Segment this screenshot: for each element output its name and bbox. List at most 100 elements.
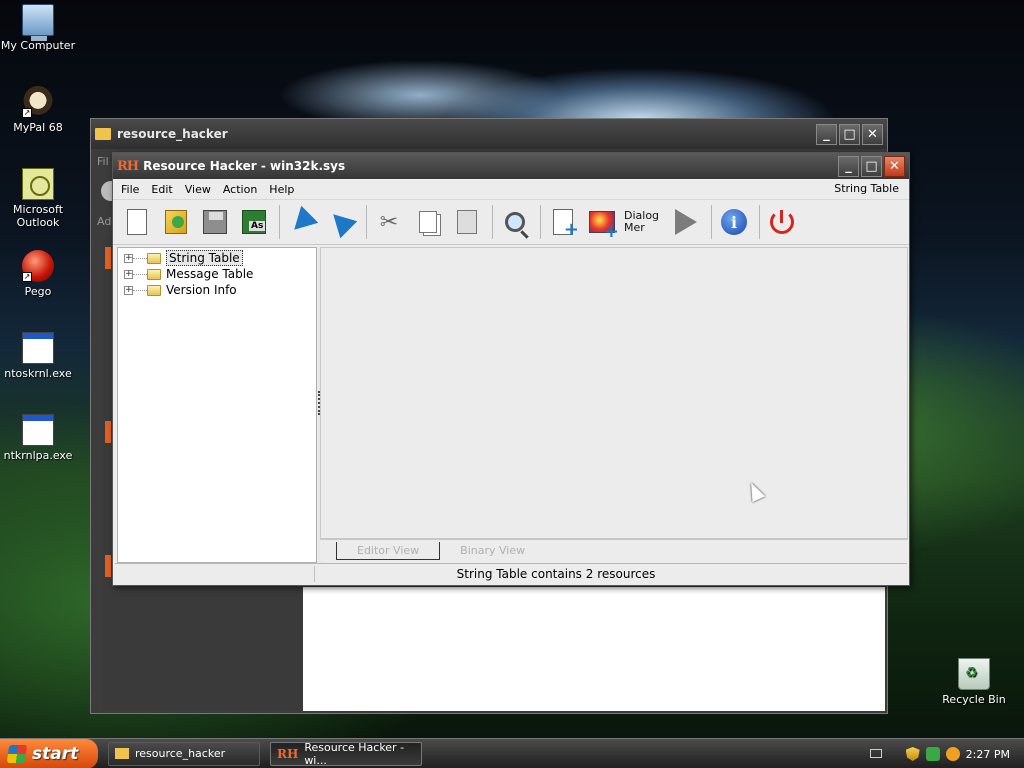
current-resource-type: String Table xyxy=(834,182,899,195)
desktop-icon-label: ntoskrnl.exe xyxy=(4,367,72,380)
close-button[interactable]: ✕ xyxy=(884,155,905,177)
cut-button[interactable]: ✂ xyxy=(371,204,407,240)
close-button[interactable]: ✕ xyxy=(862,123,883,145)
paste-button[interactable] xyxy=(449,204,485,240)
add-blank-resource-icon xyxy=(553,209,573,235)
outlook-icon xyxy=(22,168,54,200)
dialog-merge-icon: Dialog Mer xyxy=(624,210,664,234)
window-title: Resource Hacker - win32k.sys xyxy=(143,159,346,173)
maximize-button[interactable]: □ xyxy=(861,155,882,177)
desktop-icon-recycle-bin[interactable]: Recycle Bin xyxy=(936,658,1012,706)
find-button[interactable] xyxy=(497,204,533,240)
menu-help[interactable]: Help xyxy=(263,183,300,196)
taskbar-item-resource-hacker-folder[interactable]: resource_hacker xyxy=(108,741,260,766)
expand-icon[interactable]: + xyxy=(124,253,133,263)
tree-item-label: Message Table xyxy=(166,267,254,281)
tree-item-version-info[interactable]: + Version Info xyxy=(118,282,316,298)
arrow-back-icon xyxy=(285,205,319,239)
security-shield-icon[interactable] xyxy=(905,747,920,761)
minimize-button[interactable]: _ xyxy=(838,155,859,177)
explorer-content-area[interactable] xyxy=(303,587,885,711)
taskbar-item-resource-hacker-app[interactable]: RH Resource Hacker - wi... xyxy=(270,740,422,767)
start-button[interactable]: start xyxy=(0,738,98,768)
explorer-address-partial: Ad xyxy=(97,215,112,228)
task-label: Resource Hacker - wi... xyxy=(304,740,405,767)
tree-item-label: String Table xyxy=(166,250,243,266)
tree-item-string-table[interactable]: + String Table xyxy=(118,250,316,266)
toolbar-separator xyxy=(366,205,367,239)
explorer-titlebar[interactable]: resource_hacker _ □ ✕ xyxy=(91,119,887,149)
pego-icon: ↗ xyxy=(22,250,54,282)
desktop-icon-label: Recycle Bin xyxy=(942,693,1006,706)
tab-editor-view[interactable]: Editor View xyxy=(336,541,441,560)
desktop-icon-pego[interactable]: ↗ Pego xyxy=(0,250,76,298)
desktop-icon-label: Pego xyxy=(24,285,52,298)
folder-icon xyxy=(147,268,161,280)
desktop-icon-mypal[interactable]: ↗ MyPal 68 xyxy=(0,86,76,134)
exe-icon xyxy=(22,414,54,446)
task-pane-header[interactable] xyxy=(105,421,111,443)
desktop-icon-my-computer[interactable]: My Computer xyxy=(0,4,76,52)
key-icon[interactable] xyxy=(945,747,960,761)
folder-icon xyxy=(115,748,129,759)
resource-tree[interactable]: + String Table + Message Table + Version… xyxy=(117,247,317,563)
task-pane-header[interactable] xyxy=(105,555,111,577)
clock[interactable]: 2:27 PM xyxy=(966,748,1010,761)
status-text: String Table contains 2 resources xyxy=(456,566,656,581)
about-button[interactable]: i xyxy=(716,204,752,240)
toolbar-separator xyxy=(540,205,541,239)
new-file-icon xyxy=(127,209,147,235)
back-button[interactable] xyxy=(284,204,320,240)
keyboard-icon[interactable] xyxy=(870,749,882,758)
start-label: start xyxy=(32,743,79,764)
save-button[interactable] xyxy=(197,204,233,240)
toolbar-separator xyxy=(759,205,760,239)
network-icon[interactable] xyxy=(925,747,940,761)
open-folder-icon xyxy=(165,210,187,234)
recycle-bin-icon xyxy=(958,658,990,690)
add-image-button[interactable] xyxy=(584,204,620,240)
desktop-icon-ntoskrnl[interactable]: ntoskrnl.exe xyxy=(0,332,76,380)
desktop-icon-outlook[interactable]: Microsoft Outlook xyxy=(0,168,76,229)
resource-hacker-window[interactable]: RH Resource Hacker - win32k.sys _ □ ✕ Fi… xyxy=(112,152,910,586)
editor-pane[interactable] xyxy=(320,247,908,539)
open-button[interactable] xyxy=(158,204,194,240)
tab-binary-view[interactable]: Binary View xyxy=(440,542,545,559)
desktop-icon-label: ntkrnlpa.exe xyxy=(3,449,73,462)
menu-action[interactable]: Action xyxy=(217,183,263,196)
tree-connector xyxy=(133,273,147,275)
tree-connector xyxy=(133,289,147,291)
power-icon xyxy=(770,210,794,234)
menu-view[interactable]: View xyxy=(179,183,217,196)
tree-item-message-table[interactable]: + Message Table xyxy=(118,266,316,282)
desktop-icon-ntkrnlpa[interactable]: ntkrnlpa.exe xyxy=(0,414,76,462)
menu-file[interactable]: File xyxy=(115,183,145,196)
minimize-button[interactable]: _ xyxy=(816,123,837,145)
task-label: resource_hacker xyxy=(135,747,226,760)
copy-button[interactable] xyxy=(410,204,446,240)
dialog-merge-button[interactable]: Dialog Mer xyxy=(623,204,665,240)
task-pane-header[interactable] xyxy=(105,247,111,269)
save-as-button[interactable] xyxy=(236,204,272,240)
status-left-panel xyxy=(115,565,315,582)
app-logo: RH xyxy=(277,746,299,761)
window-titlebar[interactable]: RH Resource Hacker - win32k.sys _ □ ✕ xyxy=(113,153,909,179)
taskbar: start resource_hacker RH Resource Hacker… xyxy=(0,738,1024,768)
explorer-menu-partial: Fil xyxy=(97,155,109,168)
desktop-icon-label: MyPal 68 xyxy=(13,121,63,134)
mypal-icon: ↗ xyxy=(22,86,54,118)
compile-button[interactable] xyxy=(668,204,704,240)
maximize-button[interactable]: □ xyxy=(839,123,860,145)
folder-icon xyxy=(147,284,161,296)
view-tabs: Editor View Binary View xyxy=(320,539,908,561)
add-resource-button[interactable] xyxy=(545,204,581,240)
tree-connector xyxy=(133,257,147,259)
exe-icon xyxy=(22,332,54,364)
forward-button[interactable] xyxy=(323,204,359,240)
menu-edit[interactable]: Edit xyxy=(145,183,178,196)
paste-icon xyxy=(457,210,477,234)
expand-icon[interactable]: + xyxy=(124,285,133,295)
new-button[interactable] xyxy=(119,204,155,240)
expand-icon[interactable]: + xyxy=(124,269,133,279)
exit-button[interactable] xyxy=(764,204,800,240)
